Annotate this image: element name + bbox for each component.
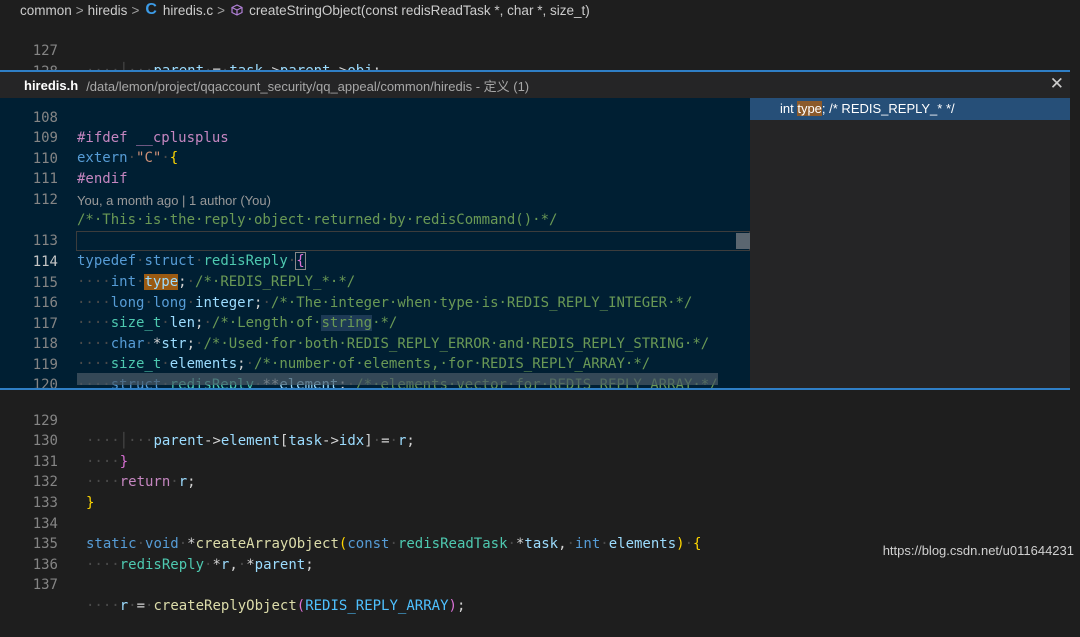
- code-line[interactable]: 113 typedef·struct·redisReply·{: [0, 210, 750, 271]
- code-line-selected[interactable]: 114 ····int·type;·/*·REDIS_REPLY_*·*/: [0, 231, 750, 291]
- line-number: 112: [32, 191, 58, 208]
- code-line[interactable]: 120 }·redisReply;: [0, 354, 750, 388]
- codelens-author[interactable]: You, a month ago | 1 author (You): [77, 193, 271, 208]
- peek-header: hiredis.h /data/lemon/project/qqaccount_…: [0, 72, 1070, 98]
- breadcrumb: common > hiredis > C hiredis.c > createS…: [0, 0, 1080, 20]
- breadcrumb-separator: >: [75, 2, 84, 18]
- breadcrumb-item-file[interactable]: hiredis.c: [163, 3, 213, 18]
- peek-file-path: /data/lemon/project/qqaccount_security/q…: [86, 78, 530, 94]
- code-line[interactable]: 117 ····char·*str;·/*·Used·for·both·REDI…: [0, 293, 750, 353]
- code-line[interactable]: 129 ····│···parent->element[task->idx]·=…: [0, 390, 1080, 450]
- peek-file-name[interactable]: hiredis.h: [24, 78, 78, 93]
- c-file-icon: C: [145, 1, 157, 18]
- horizontal-scrollbar[interactable]: [77, 373, 718, 385]
- code-line[interactable]: 134 static·void·*createArrayObject(const…: [0, 493, 1080, 553]
- code-line[interactable]: 130 ····}: [0, 411, 1080, 470]
- breadcrumb-item-common[interactable]: common: [20, 3, 72, 18]
- vertical-scrollbar-thumb[interactable]: [736, 233, 750, 249]
- code-line[interactable]: 112 /*·This·is·the·reply·object·returned…: [0, 169, 750, 229]
- watermark: https://blog.csdn.net/u011644231: [882, 543, 1074, 558]
- code-line[interactable]: 132 }: [0, 452, 1080, 511]
- peek-reference-item[interactable]: int type; /* REDIS_REPLY_* */: [750, 98, 1070, 120]
- line-number: 137: [32, 577, 58, 594]
- match-highlight: type: [797, 101, 822, 116]
- code-line[interactable]: 127 ····│···parent·=·task->parent->obj;: [0, 20, 1080, 80]
- code-line[interactable]: 118 ····size_t·elements;·/*·number·of·el…: [0, 313, 750, 373]
- code-line[interactable]: 128 ····│···assert(parent->type·==·REDIS…: [0, 41, 1080, 102]
- function-cube-icon: [231, 4, 243, 16]
- code-line[interactable]: 109 extern·"C"·{: [0, 107, 750, 167]
- breadcrumb-item-function[interactable]: createStringObject(const redisReadTask *…: [249, 3, 590, 18]
- peek-editor[interactable]: 108 #ifdef __cplusplus 109 extern·"C"·{ …: [0, 98, 750, 388]
- peek-definition-widget: hiredis.h /data/lemon/project/qqaccount_…: [0, 70, 1070, 390]
- code-line[interactable]: 131 ····return·r;: [0, 431, 1080, 491]
- code-line[interactable]: 115 ····long·long·integer;·/*·The·intege…: [0, 252, 750, 312]
- peek-reference-list: int type; /* REDIS_REPLY_* */: [750, 98, 1070, 388]
- close-icon[interactable]: ✕: [1050, 74, 1064, 94]
- code-line[interactable]: 116 ····size_t·len;·/*·Length·of·string·…: [0, 272, 750, 332]
- breadcrumb-separator: >: [217, 2, 226, 18]
- breadcrumb-separator: >: [131, 2, 140, 18]
- code-line[interactable]: 135 ····redisReply·*r,·*parent;: [0, 514, 1080, 573]
- code-line[interactable]: 110 #endif: [0, 128, 750, 188]
- code-line[interactable]: 111: [0, 148, 750, 187]
- breadcrumb-item-hiredis[interactable]: hiredis: [88, 3, 128, 18]
- code-line[interactable]: 119 ····struct·redisReply·**element;·/*·…: [0, 334, 750, 388]
- code-line[interactable]: 133: [0, 472, 1080, 511]
